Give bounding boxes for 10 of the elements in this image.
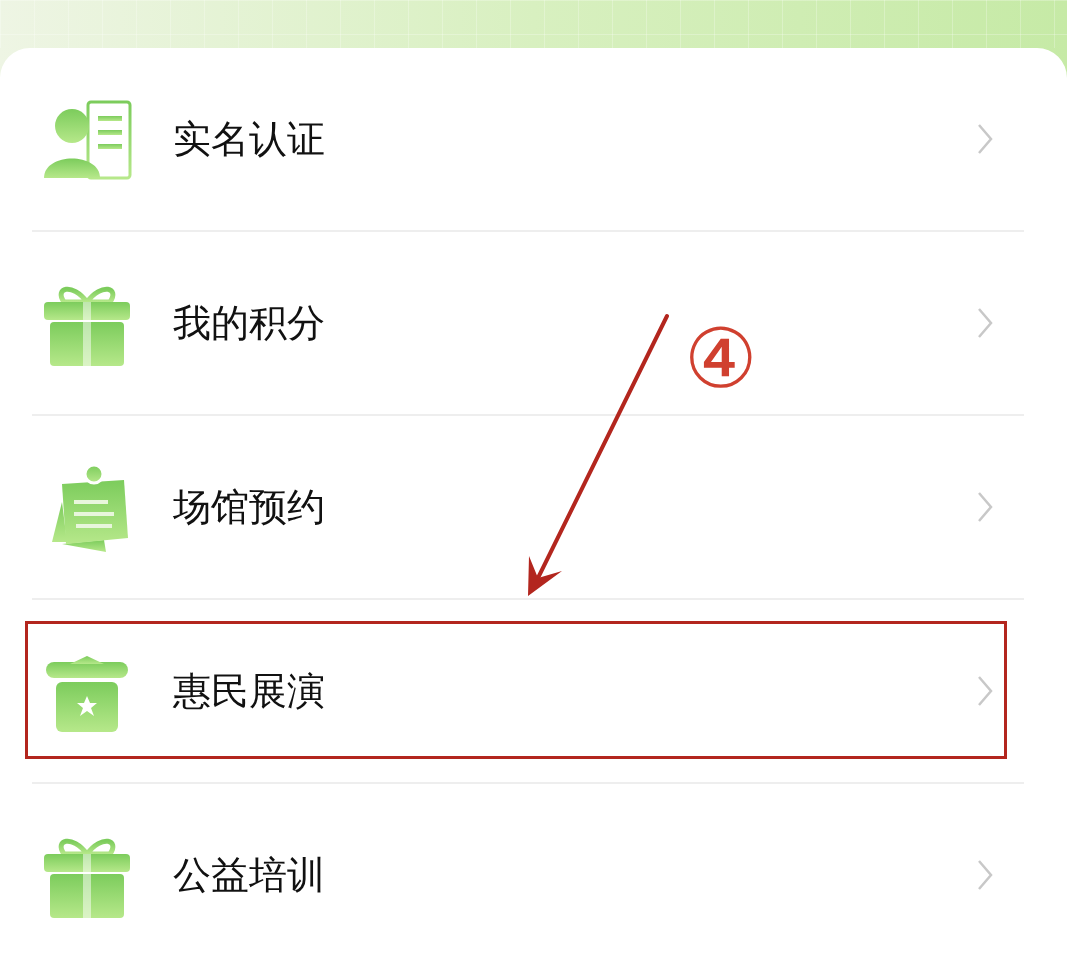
chevron-icon bbox=[976, 858, 994, 892]
menu-item-label[interactable]: 场馆预约 bbox=[173, 481, 976, 533]
chevron-icon bbox=[976, 306, 994, 340]
chevron-icon bbox=[976, 674, 994, 708]
menu-item-label[interactable]: 实名认证 bbox=[173, 113, 976, 165]
chevron-icon bbox=[976, 122, 994, 156]
menu-item-label[interactable]: 惠民展演 bbox=[173, 665, 976, 717]
chevron-icon bbox=[976, 490, 994, 524]
menu-item-label[interactable]: 公益培训 bbox=[173, 849, 976, 901]
step-label: ④ bbox=[684, 318, 758, 400]
